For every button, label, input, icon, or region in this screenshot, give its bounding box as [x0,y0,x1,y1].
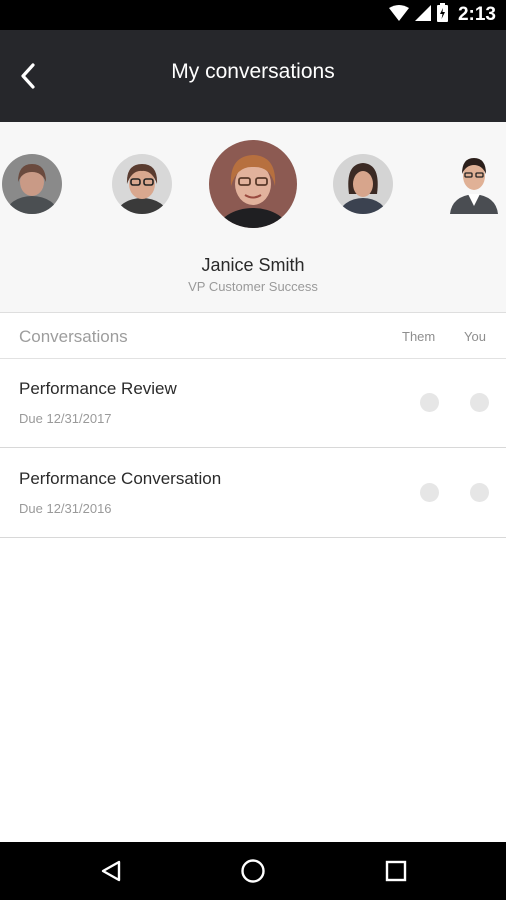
avatar-person-1[interactable] [2,154,62,214]
them-status-indicator [420,483,439,502]
avatar-person-4[interactable] [333,154,393,214]
you-status-indicator [470,393,489,412]
wifi-icon [388,4,409,26]
conversation-row-performance-conversation[interactable]: Performance Conversation Due 12/31/2016 [0,449,506,538]
status-icons: 2:13 [388,0,496,30]
selected-person-name: Janice Smith [201,255,305,275]
column-them-label: Them [402,329,436,344]
you-status-indicator [470,483,489,502]
system-navigation-bar [0,842,506,900]
nav-recents-button[interactable] [381,856,411,886]
triangle-back-icon [101,860,121,882]
selected-person-title: VP Customer Success [188,279,318,294]
avatar-janice-smith-selected[interactable] [209,140,297,228]
column-you-label: You [464,329,486,344]
nav-home-button[interactable] [238,856,268,886]
conversations-heading: Conversations [19,327,128,346]
page-title: My conversations [171,60,335,83]
conversation-title: Performance Conversation [19,469,222,488]
nav-back-button[interactable] [96,856,126,886]
conversation-title: Performance Review [19,379,177,398]
conversation-row-performance-review[interactable]: Performance Review Due 12/31/2017 [0,359,506,448]
avatar-person-5[interactable] [446,152,502,214]
battery-icon [436,3,448,27]
signal-icon [414,4,431,26]
people-carousel: Janice Smith VP Customer Success [0,122,506,313]
conversations-header: Conversations Them You [0,313,506,359]
app-bar: My conversations [0,30,506,122]
circle-home-icon [241,859,265,883]
avatar-person-2[interactable] [112,154,172,214]
status-time: 2:13 [457,4,496,25]
them-status-indicator [420,393,439,412]
square-recents-icon [385,860,407,882]
conversation-due-date: Due 12/31/2017 [19,411,112,426]
conversation-due-date: Due 12/31/2016 [19,501,112,516]
status-bar: 2:13 [0,0,506,30]
